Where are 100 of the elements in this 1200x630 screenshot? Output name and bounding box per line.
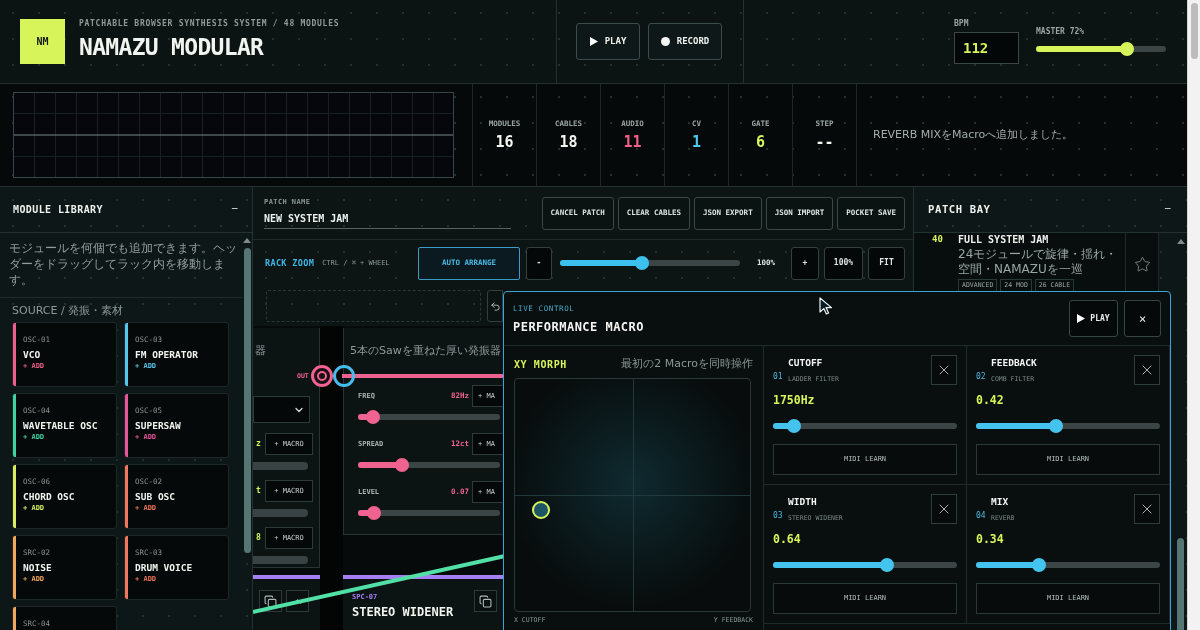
scroll-up-arrow-icon[interactable] [243, 238, 251, 243]
play-icon [589, 37, 598, 46]
module-name: CHORD OSC [23, 491, 75, 502]
macro-value: 0.42 [976, 394, 1005, 406]
cursor-icon [819, 297, 833, 315]
slider[interactable] [560, 256, 740, 270]
panel-title: MODULE LIBRARY [13, 203, 103, 217]
close-button[interactable]: × [1124, 300, 1161, 337]
module-name: SUB OSC [135, 491, 176, 502]
macro-index: 04 [976, 511, 987, 520]
page-scrollbar[interactable] [1187, 0, 1200, 630]
macro-name: WIDTH [788, 496, 818, 507]
record-icon [660, 37, 670, 46]
macro-name: CUTOFF [788, 357, 824, 368]
module-name: FM OPERATOR [135, 349, 198, 360]
app-subtitle: PATCHABLE BROWSER SYNTHESIS SYSTEM / 48 MODULES [79, 20, 340, 28]
macro-value: 0.64 [773, 533, 802, 545]
stat-value: 16 [495, 135, 514, 151]
collapse-button[interactable]: − [231, 201, 238, 218]
slider-thumb[interactable] [1119, 42, 1134, 56]
scroll-up-arrow-icon[interactable] [1176, 239, 1185, 244]
bpm-label: BPM [954, 19, 970, 29]
duplicate-button[interactable] [474, 590, 497, 612]
slider[interactable] [358, 458, 500, 472]
slider[interactable] [358, 506, 500, 520]
slider-thumb[interactable] [365, 410, 380, 424]
play-icon [1077, 314, 1086, 323]
slider-thumb[interactable] [366, 506, 381, 520]
module-title: 器 [255, 342, 266, 359]
xy-handle[interactable] [532, 500, 551, 519]
zoom-reset-button[interactable]: 100% [824, 246, 863, 280]
xy-title: XY MORPH [514, 357, 567, 372]
stat-value: 18 [559, 135, 578, 151]
preset-number: 40 [932, 234, 944, 246]
module-name: WAVETABLE OSC [23, 420, 98, 431]
slider-track[interactable] [253, 509, 308, 517]
remove-button[interactable] [931, 494, 957, 524]
panel-title: PATCH BAY [928, 201, 991, 217]
slider[interactable] [358, 410, 500, 424]
slider[interactable] [773, 419, 957, 433]
zoom-label: RACK ZOOM [265, 256, 315, 270]
stat-value: 1 [692, 135, 701, 151]
slider-track[interactable] [253, 556, 308, 564]
collapse-button[interactable]: − [1164, 201, 1171, 218]
undo-button[interactable] [487, 290, 503, 322]
undo-icon [489, 300, 501, 312]
module-name: NOISE [23, 562, 52, 573]
zoom-in-button[interactable]: + [791, 246, 819, 280]
stat-value: 11 [623, 135, 642, 151]
scrollbar-thumb[interactable] [1190, 3, 1198, 59]
bpm-field[interactable]: 112 [954, 32, 1019, 64]
slider[interactable] [976, 558, 1160, 572]
app-title: NAMAZU MODULAR [79, 36, 265, 59]
stat-value: -- [815, 135, 834, 151]
macro-name: MIX [991, 496, 1010, 507]
slider-thumb[interactable] [634, 256, 649, 270]
record-button[interactable]: RECORD [648, 23, 722, 60]
remove-button[interactable] [931, 355, 957, 385]
preset-name: FULL SYSTEM JAM [958, 234, 1050, 245]
zoom-out-button[interactable]: - [526, 246, 552, 280]
fit-button[interactable]: FIT [868, 246, 905, 280]
macro-index: 01 [773, 372, 784, 381]
section-label: SOURCE / 発振・素材 [11, 304, 125, 317]
slider-track[interactable] [253, 462, 308, 470]
play-button[interactable]: PLAY [576, 23, 640, 60]
stat-value: 6 [756, 135, 765, 151]
patch-name-field[interactable]: NEW SYSTEM JAM [264, 211, 511, 229]
logo: NM [20, 19, 65, 64]
slider[interactable] [976, 419, 1160, 433]
module-name: VCO [23, 349, 41, 360]
scrollbar-thumb[interactable] [243, 248, 251, 553]
play-button[interactable]: PLAY [1069, 300, 1118, 337]
macro-value: 1750Hz [773, 394, 816, 406]
remove-button[interactable] [1134, 494, 1160, 524]
slider-thumb[interactable] [880, 558, 895, 572]
slider-thumb[interactable] [786, 419, 801, 433]
select-field[interactable] [253, 396, 310, 423]
status-message: REVERB MIXをMacroへ追加しました。 [873, 126, 1074, 143]
macro-index: 03 [773, 511, 784, 520]
xy-hint: 最初の2 Macroを同時操作 [621, 355, 753, 372]
master-label: MASTER 72% [1036, 27, 1086, 37]
module-name: SUPERSAW [135, 420, 181, 431]
slider[interactable] [1036, 42, 1166, 56]
module-title: 5本のSawを重ねた厚い発振器 [350, 342, 501, 359]
slider-thumb[interactable] [395, 458, 410, 472]
macro-name: FEEDBACK [991, 357, 1037, 368]
slider-thumb[interactable] [1032, 558, 1047, 572]
slider[interactable] [773, 558, 957, 572]
macro-index: 02 [976, 372, 987, 381]
slider-thumb[interactable] [1049, 419, 1064, 433]
macro-value: 0.34 [976, 533, 1005, 545]
preset-description: 24モジュールで旋律・揺れ・空間・NAMAZUを一巡 [958, 247, 1119, 277]
copy-icon [479, 594, 492, 608]
scrollbar-thumb[interactable] [1177, 538, 1184, 630]
remove-button[interactable] [1134, 355, 1160, 385]
param-value: t [256, 485, 262, 497]
panel-title: PERFORMANCE MACRO [513, 319, 644, 334]
input-jack-icon[interactable] [333, 365, 355, 387]
module-name: STEREO WIDENER [352, 605, 454, 619]
param-value: z [256, 438, 262, 450]
